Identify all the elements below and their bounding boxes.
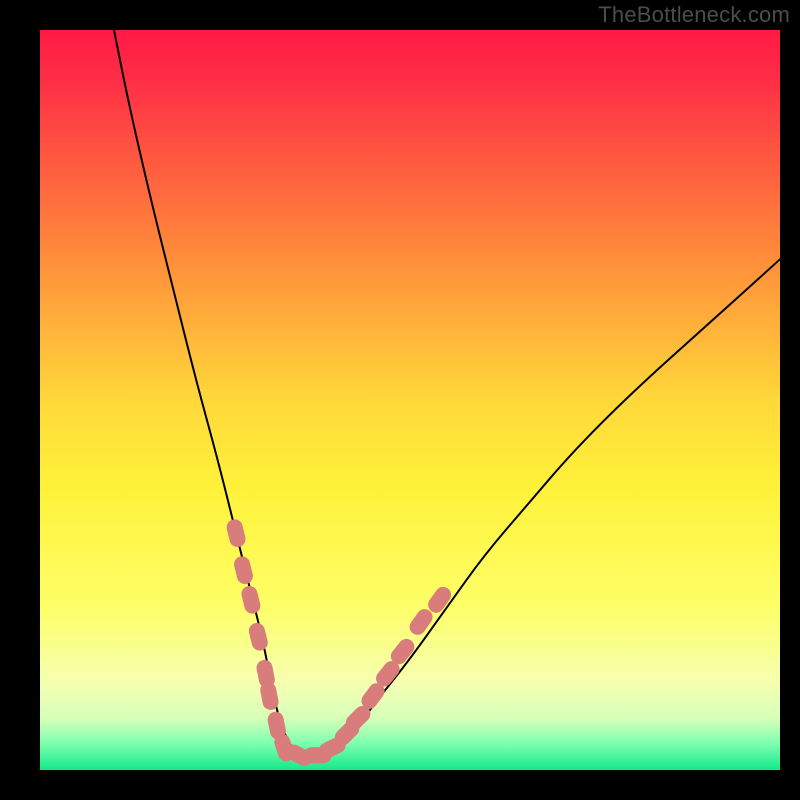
chart-svg <box>40 30 780 770</box>
outer-frame: TheBottleneck.com <box>0 0 800 800</box>
chart-area <box>40 30 780 770</box>
watermark-text: TheBottleneck.com <box>598 2 790 28</box>
